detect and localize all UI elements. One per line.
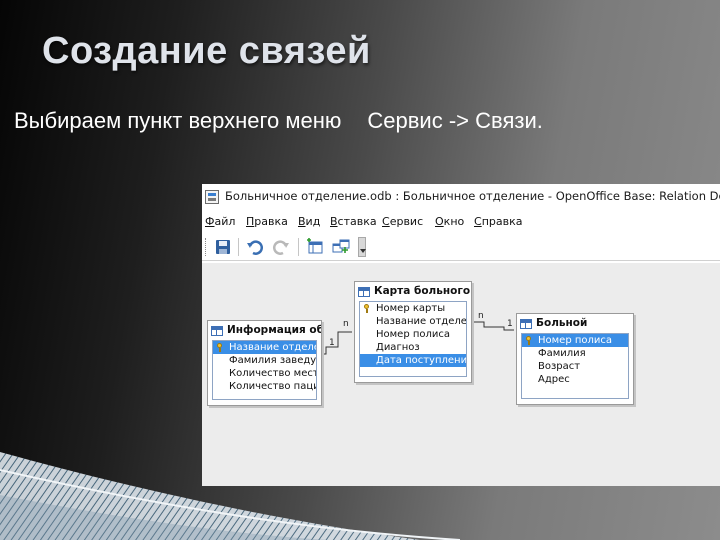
field-name: Название отделе [376,316,467,327]
window-title: Больничное отделение.odb : Больничное от… [225,189,720,203]
field-name: Фамилия заведу [229,355,317,366]
field-name: Название отделе [229,342,317,353]
table-field[interactable]: Количество паци [213,380,316,393]
toolbar-separator [238,238,239,256]
field-name: Фамилия [538,348,586,359]
field-name: Возраст [538,361,581,372]
toolbar-dropdown-arrow[interactable] [358,237,366,257]
primary-key-icon [216,343,224,352]
field-name: Номер карты [376,303,446,314]
menu-file[interactable]: Файл [205,215,235,228]
slide-subtitle: Выбираем пункт верхнего меню Сервис -> Св… [14,108,543,134]
table-window-patient[interactable]: Больной Номер полиса Фамилия Возраст Адрес [516,313,634,405]
menu-help[interactable]: Справка [474,215,522,228]
field-name: Номер полиса [538,335,613,346]
table-field[interactable]: Номер полиса [522,334,628,347]
table-header[interactable]: Информация об [208,321,321,340]
toolbar [202,234,720,261]
toolbar-grip[interactable] [205,238,208,256]
save-icon[interactable] [214,238,232,256]
relation-cardinality: n [478,311,484,321]
table-field[interactable]: Название отделе [213,341,316,354]
table-header[interactable]: Карта больного [355,282,471,301]
toolbar-separator [298,238,299,256]
table-window-info[interactable]: Информация об Название отделе Фамилия зав… [207,320,322,406]
field-list[interactable]: Номер полиса Фамилия Возраст Адрес [521,333,629,399]
field-name: Номер полиса [376,329,451,340]
field-name: Количество паци [229,381,317,392]
undo-icon[interactable] [246,238,264,256]
window-titlebar: Больничное отделение.odb : Больничное от… [202,184,720,210]
table-field[interactable]: Номер карты [360,302,466,315]
menu-view[interactable]: Вид [298,215,320,228]
field-name: Диагноз [376,342,420,353]
menu-tools[interactable]: Сервис [382,215,423,228]
field-name: Адрес [538,374,570,385]
table-name: Карта больного [374,285,471,297]
add-tables-icon[interactable] [332,238,350,256]
subtitle-instruction: Выбираем пункт верхнего меню [14,108,342,133]
table-field[interactable]: Диагноз [360,341,466,354]
app-icon [205,190,219,204]
table-field[interactable]: Фамилия заведу [213,354,316,367]
menu-edit[interactable]: Правка [246,215,288,228]
new-relation-icon[interactable] [306,238,324,256]
relation-cardinality: n [343,319,349,329]
primary-key-icon [363,304,371,313]
table-field[interactable]: Фамилия [522,347,628,360]
primary-key-icon [525,336,533,345]
relation-design-window: Больничное отделение.odb : Больничное от… [202,184,720,486]
table-window-card[interactable]: Карта больного Номер карты Название отдел… [354,281,472,383]
table-name: Информация об [227,324,322,336]
menu-insert[interactable]: Вставка [330,215,377,228]
slide-title: Создание связей [42,30,371,72]
relation-cardinality: 1 [329,338,335,348]
table-icon [520,319,532,329]
table-field[interactable]: Номер полиса [360,328,466,341]
menubar: Файл Правка Вид Вставка Сервис Окно Спра… [202,213,720,231]
table-field[interactable]: Количество мест [213,367,316,380]
table-field[interactable]: Название отделе [360,315,466,328]
relation-design-canvas[interactable]: 1 n n 1 Информация об Название отделе Фам… [202,263,720,486]
redo-icon[interactable] [272,238,290,256]
field-list[interactable]: Номер карты Название отделе Номер полиса Ди… [359,301,467,377]
table-header[interactable]: Больной [517,314,633,333]
subtitle-menu-path: Сервис -> Связи. [367,108,543,133]
table-field[interactable]: Дата поступлени [360,354,466,367]
table-icon [358,287,370,297]
table-field[interactable]: Адрес [522,373,628,386]
field-name: Дата поступлени [376,355,467,366]
table-field[interactable]: Возраст [522,360,628,373]
table-icon [211,326,223,336]
field-list[interactable]: Название отделе Фамилия заведу Количество … [212,340,317,400]
menu-window[interactable]: Окно [435,215,464,228]
field-name: Количество мест [229,368,317,379]
table-name: Больной [536,317,588,329]
relation-cardinality: 1 [507,319,513,329]
